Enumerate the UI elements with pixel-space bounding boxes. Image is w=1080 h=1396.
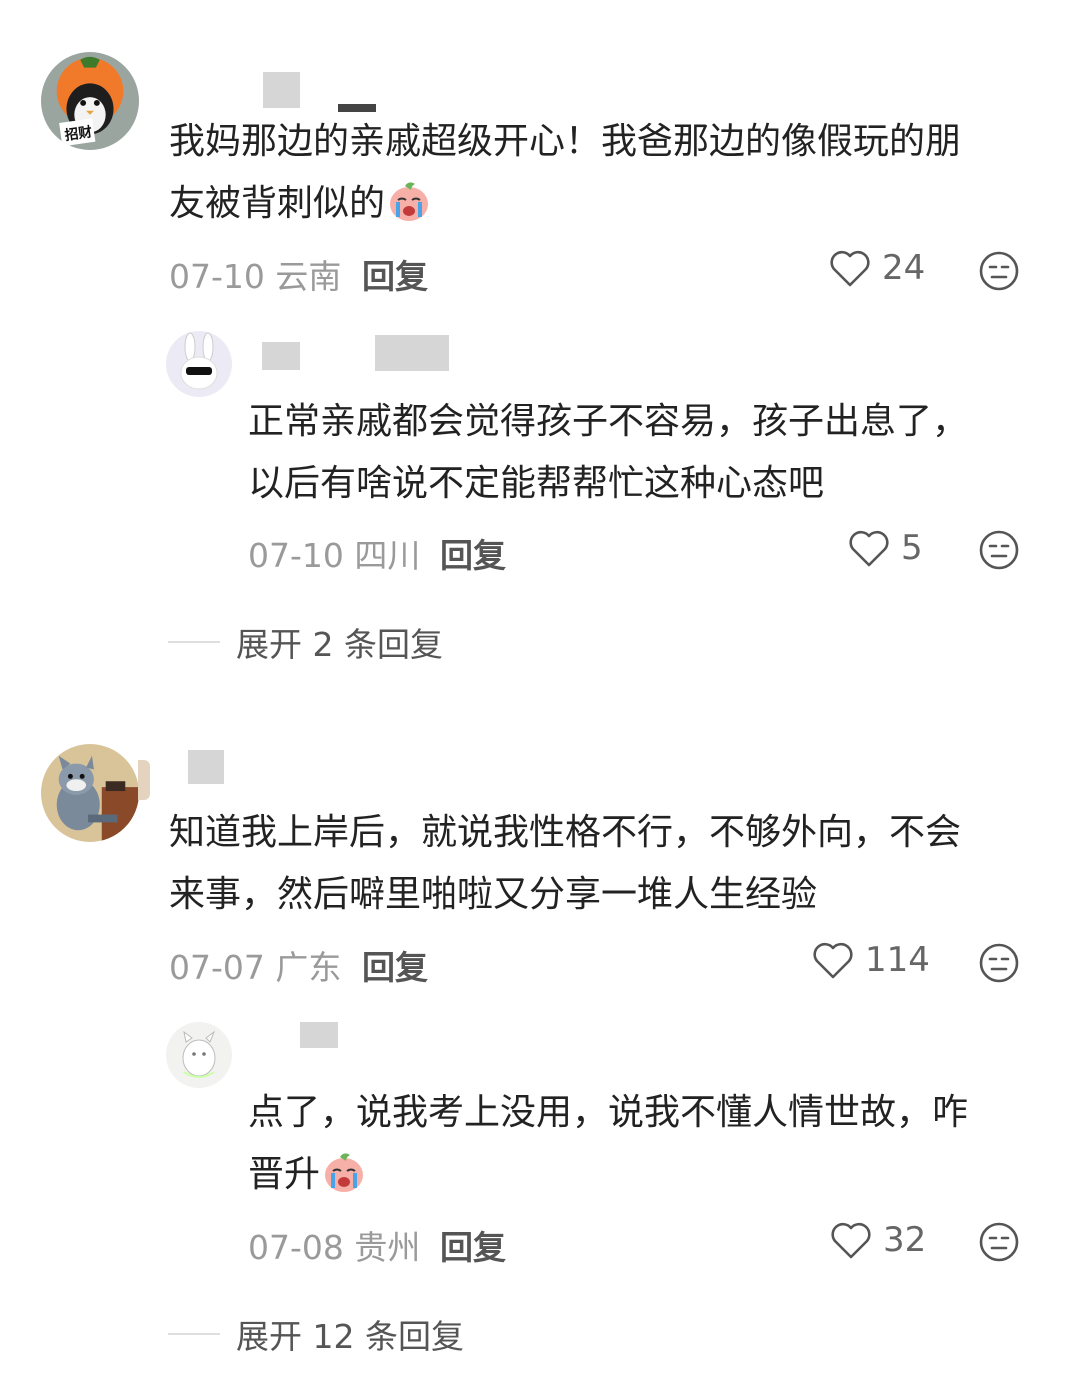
comment-text: 我妈那边的亲戚超级开心！我爸那边的像假玩的朋 友被背刺似的 <box>169 121 962 224</box>
avatar-penguin[interactable]: 招财 <box>41 52 139 150</box>
username-redacted <box>262 342 300 370</box>
neutral-face-icon <box>979 943 1019 983</box>
reply-button[interactable]: 回复 <box>362 250 428 298</box>
avatar-cat[interactable] <box>41 744 139 842</box>
reply-location: 四川 <box>354 536 421 575</box>
avatar-rabbit[interactable] <box>166 331 232 397</box>
avatar-decoration <box>138 760 150 800</box>
dislike-button[interactable] <box>978 250 1020 292</box>
expand-replies-button[interactable]: 展开 2 条回复 <box>168 618 443 666</box>
crying-peach-emoji-icon <box>322 1150 366 1194</box>
comment-date: 07-07 <box>169 948 265 987</box>
username-redacted <box>300 1022 338 1048</box>
like-count: 5 <box>901 528 923 568</box>
reply-button[interactable]: 回复 <box>362 941 428 989</box>
comment-meta: 07-07 广东 <box>169 941 341 989</box>
reply-date: 07-10 <box>248 536 344 575</box>
reply-meta: 07-10 四川 <box>248 529 420 577</box>
like-count: 32 <box>883 1220 927 1260</box>
reply-location: 贵州 <box>354 1228 421 1267</box>
expand-replies-button[interactable]: 展开 12 条回复 <box>168 1310 464 1358</box>
comment-text: 知道我上岸后，就说我性格不行，不够外向，不会 来事，然后噼里啪啦又分享一堆人生经… <box>169 812 962 915</box>
dislike-button[interactable] <box>978 942 1020 984</box>
reply-date: 07-08 <box>248 1228 344 1267</box>
like-button[interactable]: 5 <box>847 528 923 568</box>
heart-outline-icon <box>831 1222 871 1259</box>
reply-text: 点了，说我考上没用，说我不懂人情世故，咋 晋升 <box>248 1092 969 1195</box>
heart-outline-icon <box>830 250 870 287</box>
reply-button[interactable]: 回复 <box>440 529 506 577</box>
neutral-face-icon <box>979 530 1019 570</box>
like-count: 24 <box>882 248 926 288</box>
neutral-face-icon <box>979 1222 1019 1262</box>
comment-location: 云南 <box>275 257 342 296</box>
heart-outline-icon <box>813 942 853 979</box>
comment-location: 广东 <box>275 948 342 987</box>
username-redacted <box>375 335 449 371</box>
username-redacted <box>188 750 224 784</box>
like-button[interactable]: 24 <box>828 248 925 288</box>
avatar-sketch[interactable] <box>166 1022 232 1088</box>
dislike-button[interactable] <box>978 529 1020 571</box>
comment-date: 07-10 <box>169 257 265 296</box>
divider <box>168 1333 220 1335</box>
like-button[interactable]: 114 <box>811 940 930 980</box>
like-button[interactable]: 32 <box>829 1220 926 1260</box>
like-count: 114 <box>865 940 930 980</box>
neutral-face-icon <box>979 251 1019 291</box>
dislike-button[interactable] <box>978 1221 1020 1263</box>
crying-peach-emoji-icon <box>387 179 431 223</box>
heart-outline-icon <box>849 530 889 567</box>
reply-meta: 07-08 贵州 <box>248 1221 420 1269</box>
reply-button[interactable]: 回复 <box>440 1221 506 1269</box>
comment-meta: 07-10 云南 <box>169 250 341 298</box>
username-redacted <box>263 72 300 108</box>
reply-text: 正常亲戚都会觉得孩子不容易，孩子出息了， 以后有啥说不定能帮帮忙这种心态吧 <box>248 401 969 504</box>
divider <box>168 641 220 643</box>
